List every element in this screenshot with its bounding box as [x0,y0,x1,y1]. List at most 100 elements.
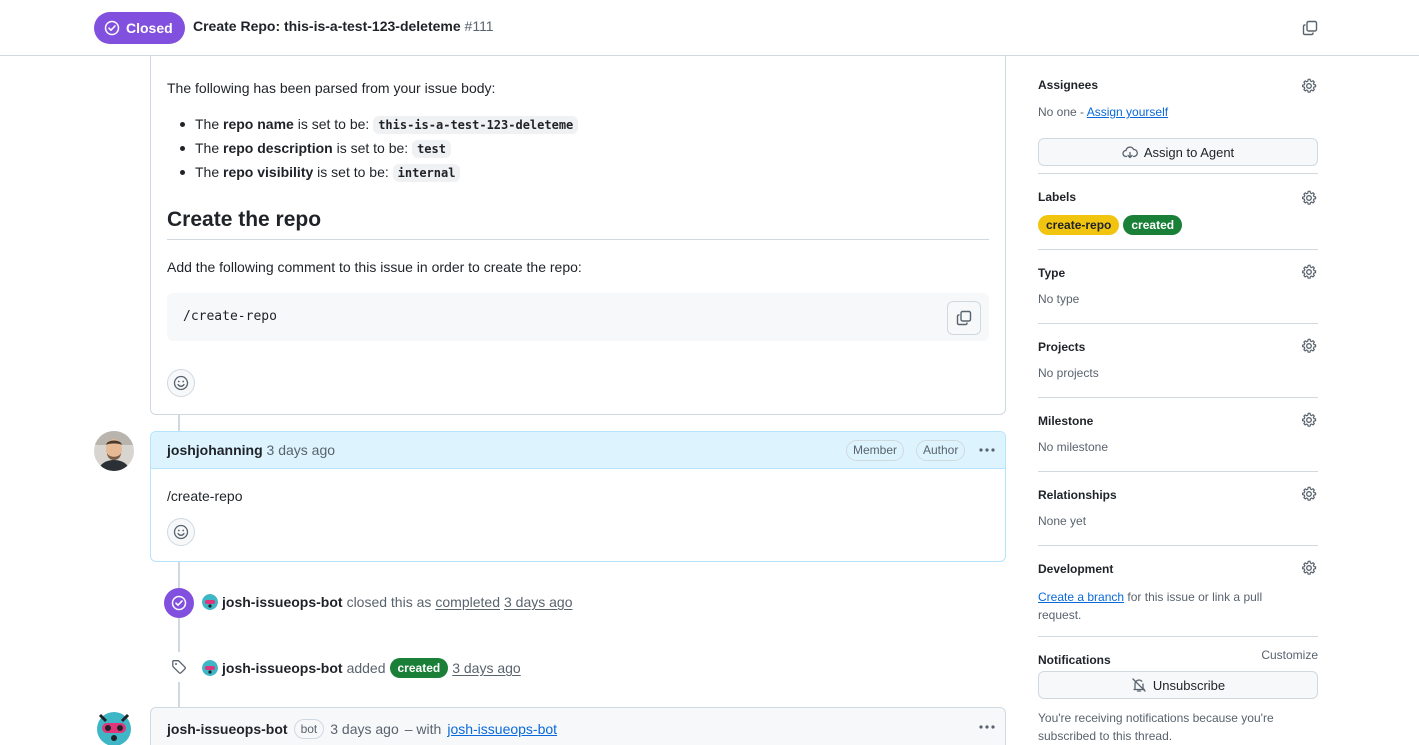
type-title: Type [1038,266,1066,280]
instruction-text: Add the following comment to this issue … [167,259,582,275]
assignees-title: Assignees [1038,78,1099,92]
type-section: Type No type [1038,250,1318,324]
comment-timestamp[interactable]: 3 days ago [267,442,336,458]
check-circle-icon [171,595,187,611]
copy-icon [1302,20,1318,36]
issue-title: Create Repo: this-is-a-test-123-deleteme… [193,18,494,34]
bot-avatar-icon [94,707,134,745]
comment-author: joshjohanning 3 days ago [167,442,335,458]
list-item: The repo name is set to be: this-is-a-te… [167,112,579,136]
create-branch-link[interactable]: Create a branch [1038,590,1124,604]
comment-timestamp[interactable]: 3 days ago [330,721,399,737]
check-circle-icon [104,20,120,36]
issue-state-badge: Closed [94,12,185,44]
bot-timeline-comment: josh-issueops-bot bot 3 days ago – with … [150,707,1006,745]
close-reason-link[interactable]: completed [435,594,500,610]
milestone-title: Milestone [1038,414,1094,428]
sticky-issue-header: Closed Create Repo: this-is-a-test-123-d… [0,0,1419,56]
bot-badge: bot [293,719,325,739]
app-link[interactable]: josh-issueops-bot [447,721,557,737]
smiley-icon [173,375,189,391]
projects-title: Projects [1038,340,1086,354]
copy-icon [956,310,972,326]
projects-section: Projects No projects [1038,324,1318,398]
member-badge: Member [846,440,905,461]
assignees-empty: No one - Assign yourself [1038,105,1169,119]
comment-author: josh-issueops-bot bot 3 days ago – with … [167,719,557,739]
comment-options-button[interactable] [976,439,998,461]
labeled-event: josh-issueops-bot added created 3 days a… [164,652,864,682]
cloud-agent-icon [1122,146,1138,159]
notifications-title: Notifications [1038,653,1111,667]
edit-type-button[interactable] [1300,263,1318,281]
edit-relationships-button[interactable] [1300,485,1318,503]
comment-header: joshjohanning 3 days ago Member Author [151,432,1005,469]
event-action: closed this as [346,594,432,610]
edit-milestone-button[interactable] [1300,411,1318,429]
bell-slash-icon [1132,678,1146,692]
bot-mini-avatar[interactable] [202,660,218,676]
event-actor[interactable]: josh-issueops-bot [222,594,343,610]
gear-icon [1302,78,1317,93]
event-actor[interactable]: josh-issueops-bot [222,660,343,676]
gear-icon [1302,338,1317,353]
comment-options-button[interactable] [976,716,998,738]
timeline-connector [178,415,180,432]
assign-to-agent-button[interactable]: Assign to Agent [1038,138,1318,166]
gear-icon [1302,412,1317,427]
kebab-horizontal-icon [979,725,995,729]
comment-body: /create-repo [167,488,243,504]
milestone-value: No milestone [1038,440,1109,454]
issue-body-comment: The following has been parsed from your … [150,40,1006,415]
edit-development-button[interactable] [1300,559,1318,577]
code-block: /create-repo [167,293,989,341]
issue-state-label: Closed [126,20,173,36]
avatar[interactable] [94,431,134,471]
tag-icon [172,660,186,674]
relationships-title: Relationships [1038,488,1117,502]
copy-code-button[interactable] [947,301,981,335]
copy-link-button[interactable] [1299,17,1321,39]
with-text: – with [404,721,442,737]
edit-assignees-button[interactable] [1300,77,1318,95]
relationships-value: None yet [1038,514,1087,528]
avatar[interactable] [94,707,134,745]
event-timestamp[interactable]: 3 days ago [452,660,521,676]
unsubscribe-button[interactable]: Unsubscribe [1038,671,1318,699]
list-item: The repo description is set to be: test [167,136,578,160]
assignees-section: Assignees No one - Assign yourself Assig… [1038,72,1318,174]
add-reaction-button[interactable] [167,518,195,546]
labels-list: create-repo created [1038,215,1183,235]
kebab-horizontal-icon [979,448,995,452]
section-heading: Create the repo [167,206,989,240]
notification-reason: You're receiving notifications because y… [1038,711,1274,743]
labels-title: Labels [1038,190,1077,204]
projects-value: No projects [1038,366,1099,380]
add-reaction-button[interactable] [167,369,195,397]
parsed-fields-list: The repo name is set to be: this-is-a-te… [167,112,579,184]
development-title: Development [1038,562,1114,576]
bot-avatar-icon [202,594,218,610]
timeline-comment: joshjohanning 3 days ago Member Author /… [150,431,1006,562]
edit-projects-button[interactable] [1300,337,1318,355]
edit-labels-button[interactable] [1300,189,1318,207]
inline-code: this-is-a-test-123-deleteme [373,116,579,134]
event-timestamp[interactable]: 3 days ago [504,594,573,610]
inline-code: internal [392,164,461,182]
assign-yourself-link[interactable]: Assign yourself [1087,105,1168,119]
author-link[interactable]: josh-issueops-bot [167,721,288,737]
issue-title-text: Create Repo: this-is-a-test-123-deleteme [193,18,461,34]
bot-avatar-icon [202,660,218,676]
author-badge: Author [916,440,966,461]
label-create-repo[interactable]: create-repo [1038,215,1120,235]
timeline-connector [178,562,180,707]
author-link[interactable]: joshjohanning [167,442,263,458]
label-created[interactable]: created [389,658,449,678]
milestone-section: Milestone No milestone [1038,398,1318,472]
user-avatar-icon [94,431,134,471]
label-created[interactable]: created [1123,215,1183,235]
customize-link[interactable]: Customize [1261,648,1318,662]
inline-code: test [412,140,451,158]
bot-mini-avatar[interactable] [202,594,218,610]
labels-section: Labels create-repo created [1038,174,1318,250]
